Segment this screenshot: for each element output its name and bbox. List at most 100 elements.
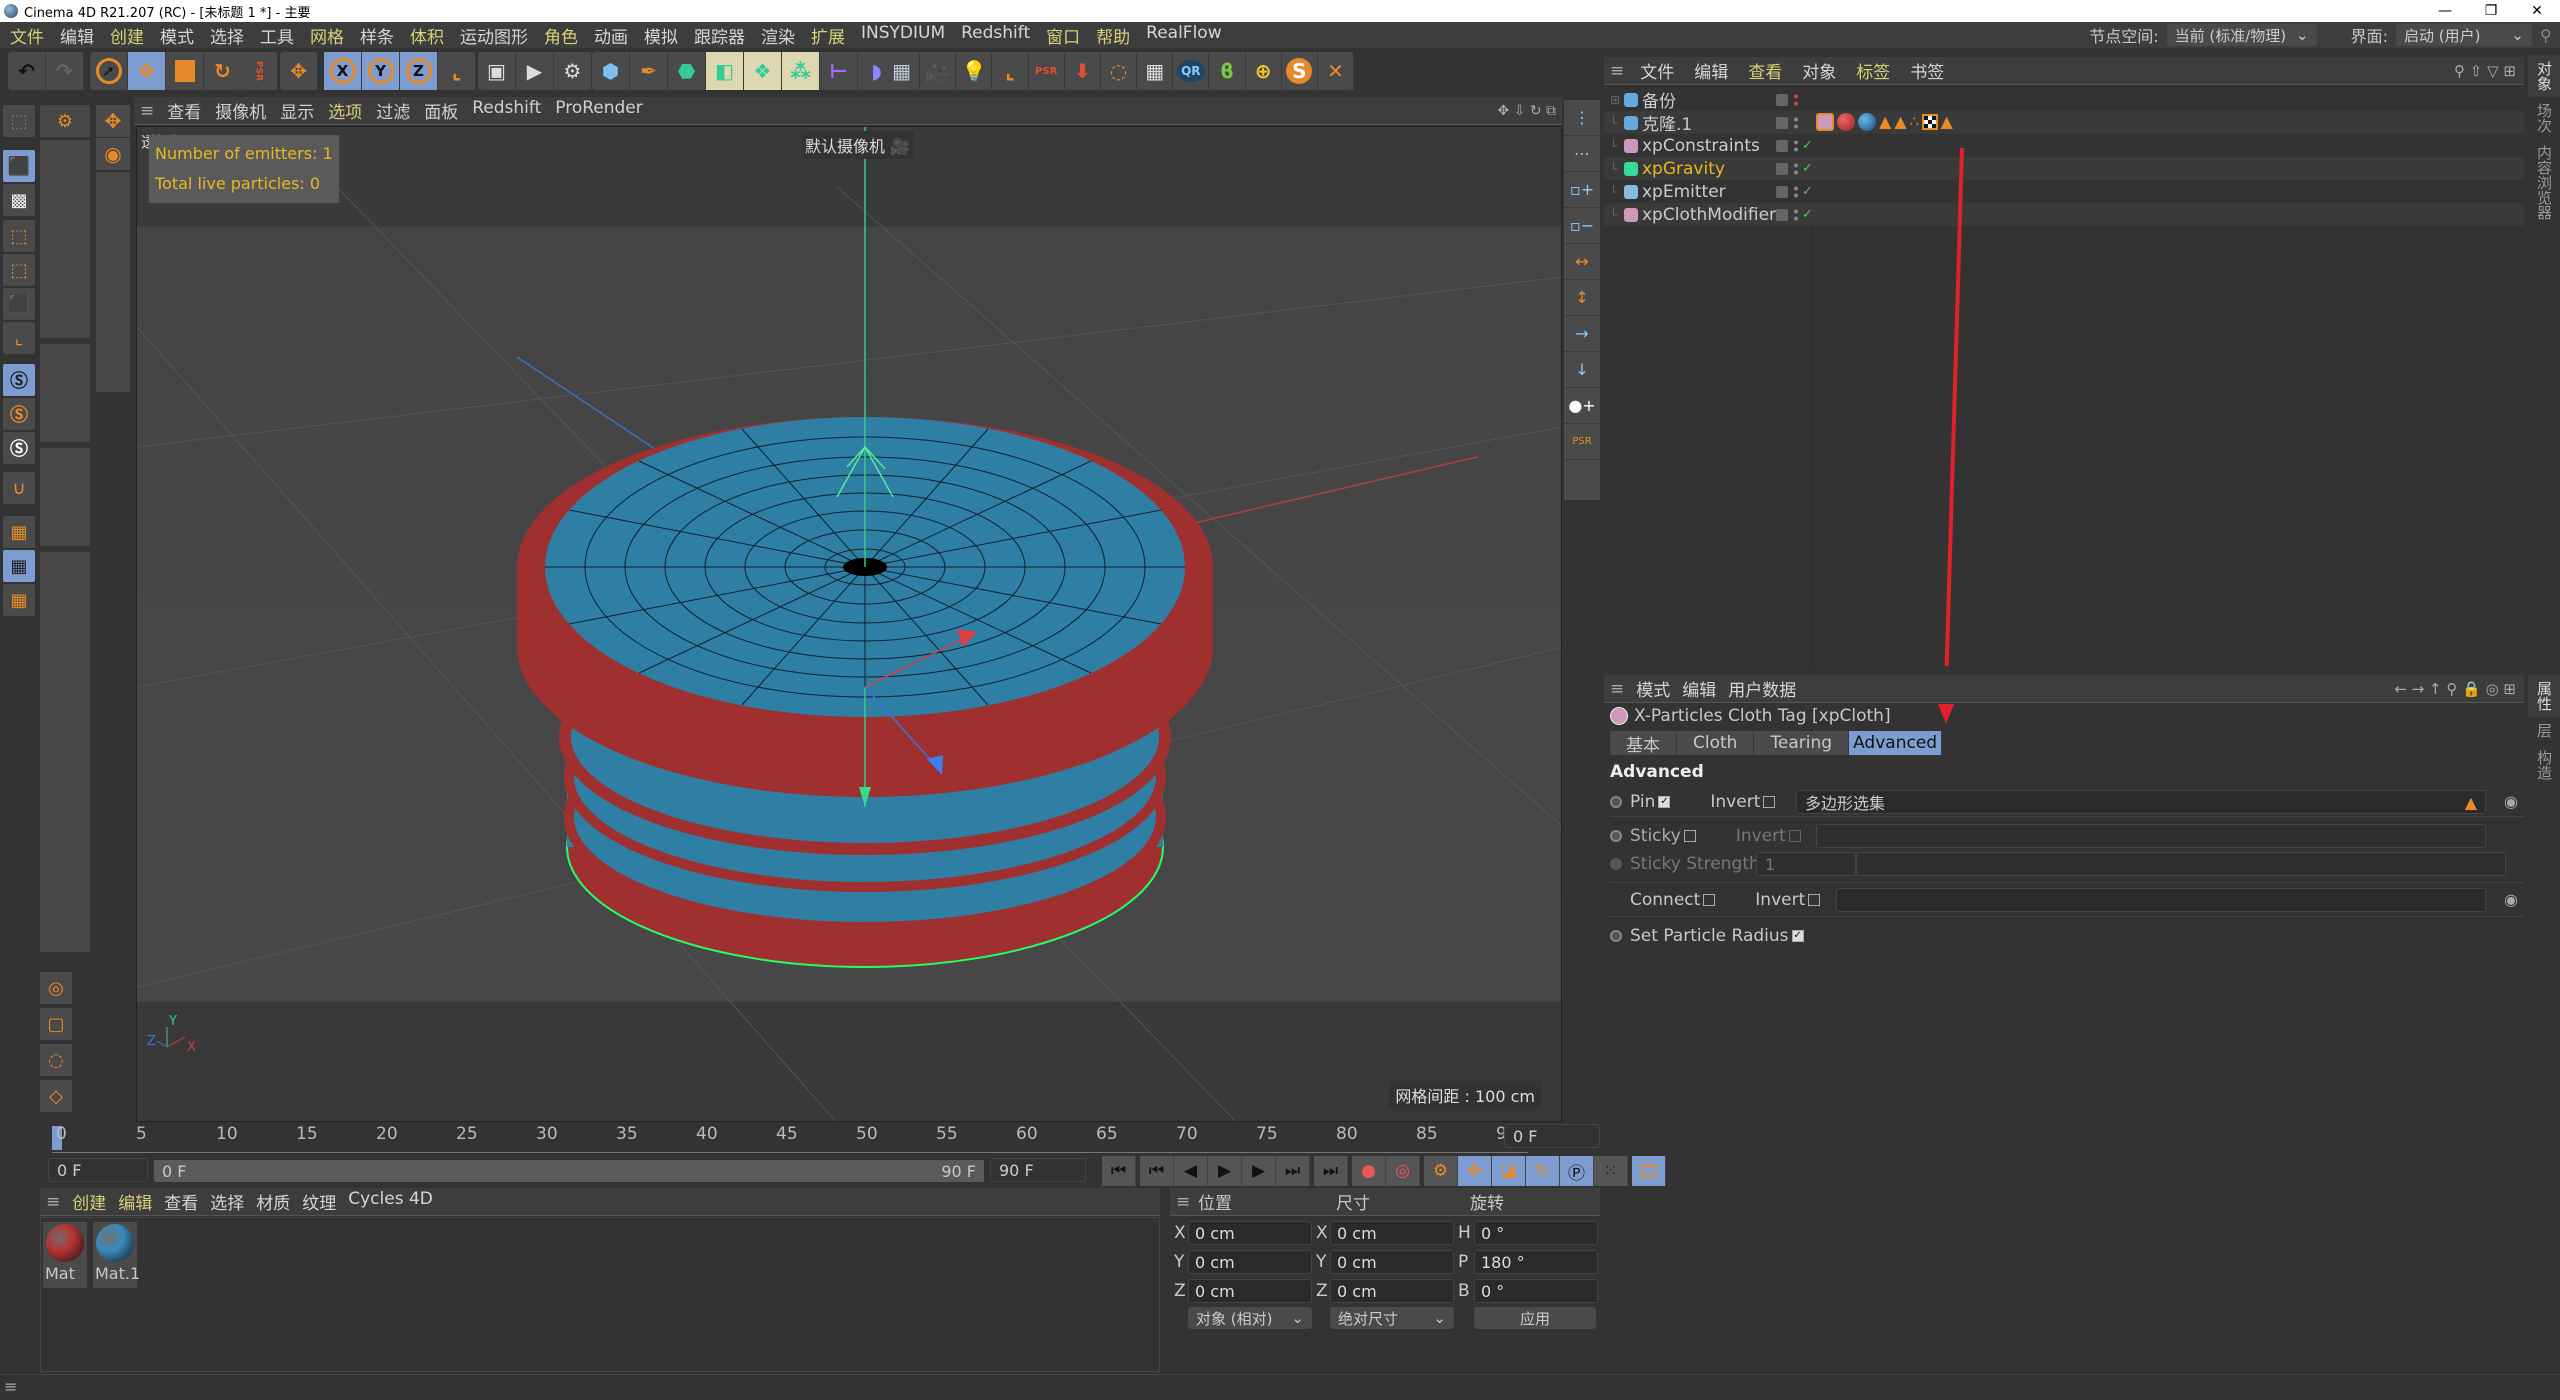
key-point-level-toggle[interactable]: ⁙ [1594,1156,1628,1186]
menu-3[interactable]: 模式 [152,23,202,48]
key-rotation-toggle[interactable]: ↻ [1526,1156,1560,1186]
move-tool-button[interactable]: ✥ [128,52,166,90]
next-key-button[interactable]: ⏭ [1276,1156,1310,1186]
enabled-check-icon[interactable]: ✓ [1802,138,1813,153]
hamburger-icon[interactable]: ≡ [1170,1192,1196,1212]
animate-radio[interactable] [1610,930,1622,942]
am-menu-0[interactable]: 模式 [1630,676,1676,701]
object-row[interactable]: └ xpClothModifier ✓ [1604,203,2524,226]
psr-button[interactable]: PSR [240,52,278,90]
layer-toggle-icon[interactable] [1776,162,1788,175]
material-swatch[interactable]: Mat [43,1222,87,1288]
om-menu-0[interactable]: 文件 [1630,58,1684,83]
pick-object-icon[interactable]: ◉ [2504,792,2518,811]
go-to-end-button[interactable]: ⏭ [1314,1156,1348,1186]
menu-18[interactable]: 窗口 [1038,23,1088,48]
timeline-window-button[interactable]: 🎞 [1632,1156,1666,1186]
move-button[interactable]: ✥ [96,105,130,137]
z-axis-toggle[interactable]: Z [400,52,438,90]
rotation-p-input[interactable]: 180 ° [1474,1250,1598,1274]
light-button[interactable]: 💡 [956,52,993,90]
arrange-v-button[interactable]: ↓ [1564,352,1600,388]
visibility-tools-group[interactable] [40,552,90,952]
layout-dropdown[interactable]: 启动 (用户) ⌄ [2396,24,2532,46]
polygon-tools-group[interactable] [40,140,90,338]
point-selection-tag-icon[interactable]: ∴ [1910,114,1919,130]
s-plugin-button[interactable]: S [1282,52,1318,90]
tab-cloth[interactable]: Cloth [1677,731,1755,755]
position-y-input[interactable]: 0 cm [1188,1250,1312,1274]
snap-button[interactable]: ∪ [3,472,35,504]
selection-tag-icon[interactable]: ▲ [1894,112,1906,131]
viewport-menu-1[interactable]: 摄像机 [208,98,273,123]
live-select-button[interactable]: ◉ [96,138,130,170]
align-vertical-button[interactable]: ⋮ [1564,100,1600,136]
animate-radio[interactable] [1610,858,1622,870]
texture-tag-icon[interactable] [1921,113,1938,130]
am-menu-2[interactable]: 用户数据 [1722,676,1802,701]
attr-vtab-1[interactable]: 层 [2528,717,2560,744]
material-menu-5[interactable]: 纹理 [296,1189,342,1214]
camera-button[interactable]: 🎥 [920,52,957,90]
layer-toggle-icon[interactable] [1776,185,1788,198]
search-icon[interactable]: ⚲ [2540,26,2560,45]
am-nav-icons[interactable]: ← → ↑ ⚲ 🔒 ◎ ⊞ [2394,680,2516,698]
viewport-menu-5[interactable]: 面板 [417,98,465,123]
play-button[interactable]: ▶ [1208,1156,1242,1186]
set-radius-checkbox[interactable]: ✓ [1791,930,1804,942]
sticky-invert-checkbox[interactable] [1788,830,1801,842]
material-menu-1[interactable]: 编辑 [112,1189,158,1214]
node-space-dropdown[interactable]: 当前 (标准/物理) ⌄ [2166,24,2317,46]
connect-remove-button[interactable]: ▫− [1564,208,1600,244]
menu-9[interactable]: 运动图形 [452,23,536,48]
visibility-dots-icon[interactable] [1793,207,1799,222]
om-menu-1[interactable]: 编辑 [1684,58,1738,83]
lasso-button[interactable]: ◌ [40,1044,72,1076]
render-picture-viewer-button[interactable]: ▶ [516,52,554,90]
x-axis-toggle[interactable]: X [324,52,362,90]
coord-system-button[interactable]: ⌞ [438,52,476,90]
material-tag-red-icon[interactable] [1837,112,1855,131]
sticky-strength-input[interactable]: 1 [1756,852,1856,876]
polygons-mode-button[interactable]: ⬛ [3,288,35,320]
material-menu-4[interactable]: 材质 [250,1189,296,1214]
move-axis-button[interactable]: ✥ [280,52,318,90]
key-scale-toggle[interactable]: ◪ [1492,1156,1526,1186]
prev-key-button[interactable]: ⏮ [1140,1156,1174,1186]
om-menu-4[interactable]: 标签 [1846,58,1900,83]
undo-button[interactable]: ↶ [8,52,46,90]
viewport-menu-3[interactable]: 选项 [321,98,369,123]
deformer-button[interactable]: ⊢ [820,52,858,90]
end-frame-field[interactable]: 90 F [990,1158,1086,1182]
rotate-tool-button[interactable]: ↻ [204,52,242,90]
menu-4[interactable]: 选择 [202,23,252,48]
enabled-check-icon[interactable]: ✓ [1802,184,1813,199]
attr-vtab-2[interactable]: 构造 [2528,744,2560,786]
camera-label[interactable]: 默认摄像机 🎥 [801,131,915,159]
visibility-dots-icon[interactable] [1793,92,1799,107]
y-axis-toggle[interactable]: Y [362,52,400,90]
selection-tools-group[interactable] [40,448,90,546]
lock-workplane-button[interactable]: ▦ [3,550,35,582]
tag-button[interactable]: ⌞ [992,52,1029,90]
menu-14[interactable]: 渲染 [753,23,803,48]
menu-15[interactable]: 扩展 [803,23,853,48]
viewport-menu-0[interactable]: 查看 [160,98,208,123]
menu-13[interactable]: 跟踪器 [686,23,753,48]
hamburger-icon[interactable]: ≡ [1604,679,1630,699]
connect-add-button[interactable]: ▫+ [1564,172,1600,208]
position-x-input[interactable]: 0 cm [1188,1221,1312,1245]
attr-vtab-0[interactable]: 属性 [2528,675,2560,717]
add-point-button[interactable]: ●+ [1564,388,1600,424]
menu-7[interactable]: 样条 [352,23,402,48]
menu-11[interactable]: 动画 [586,23,636,48]
prev-frame-button[interactable]: ◀ [1174,1156,1208,1186]
size-mode-dropdown[interactable]: 绝对尺寸 ⌄ [1330,1307,1454,1329]
connect-selection-field[interactable] [1836,888,2486,912]
viewport-menu-4[interactable]: 过滤 [369,98,417,123]
render-settings-button[interactable]: ⚙ [554,52,592,90]
size-x-input[interactable]: 0 cm [1330,1221,1454,1245]
select-tool-button[interactable]: ➚ [90,52,128,90]
arrange-h-button[interactable]: → [1564,316,1600,352]
key-position-toggle[interactable]: ✥ [1458,1156,1492,1186]
